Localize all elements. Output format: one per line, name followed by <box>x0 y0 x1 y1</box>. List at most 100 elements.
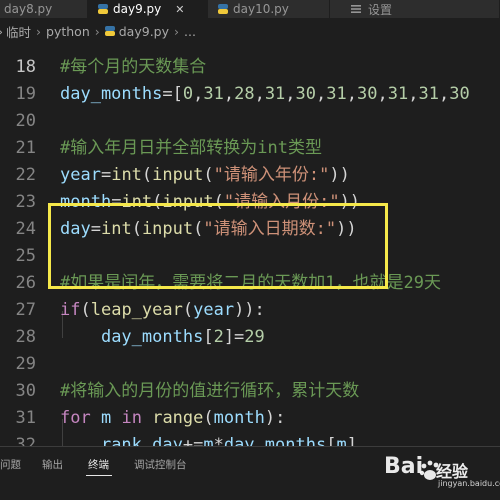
code-line[interactable]: 29 <box>0 351 500 378</box>
editor-tab-bar: day8.py day9.py ✕ day10.py 设置 <box>0 0 500 18</box>
code-token: =[ <box>162 84 183 104</box>
python-file-icon <box>98 4 108 14</box>
code-token: m <box>203 435 214 446</box>
code-token: "请输入月份:" <box>223 192 340 212</box>
code-token: ( <box>80 300 91 320</box>
tab-day10[interactable]: day10.py <box>208 0 330 18</box>
code-token: 31 <box>203 84 224 104</box>
code-token: 28 <box>234 84 255 104</box>
tab-label: day9.py <box>113 2 162 16</box>
terminal-area[interactable] <box>0 480 500 500</box>
python-file-icon <box>218 4 228 14</box>
code-line[interactable]: 32 rank_day+=m*day_months[m] <box>0 432 500 446</box>
code-token: ( <box>203 165 214 185</box>
tab-output[interactable]: 输出 <box>42 457 63 472</box>
code-line[interactable]: 23 month=int(input("请输入月份:")) <box>0 189 500 216</box>
line-number: 26 <box>15 273 36 293</box>
code-token: 2 <box>213 327 224 347</box>
code-line[interactable]: 20 <box>0 108 500 135</box>
code-editor[interactable]: 18 #每个月的天数集合 19 day_months=[0,31,28,31,30,3… <box>0 44 500 446</box>
tab-day9[interactable]: day9.py ✕ <box>88 0 208 18</box>
code-token: )) <box>336 219 357 239</box>
code-token: 30 <box>295 84 317 104</box>
code-token: * <box>213 435 224 446</box>
line-number: 18 <box>15 57 36 77</box>
tab-settings[interactable]: 设置 <box>330 0 500 18</box>
close-icon[interactable]: ✕ <box>175 3 184 16</box>
code-token: m <box>336 435 347 446</box>
code-token: , <box>408 84 419 104</box>
code-token: ( <box>203 408 214 428</box>
code-token: for <box>60 408 91 428</box>
code-token: #输入年月日并全部转换为int类型 <box>60 138 322 158</box>
code-token: "请输入年份:" <box>213 165 330 185</box>
breadcrumb-sep: › <box>0 24 3 39</box>
code-token: input <box>152 165 204 185</box>
code-line[interactable]: 19 day_months=[0,31,28,31,30,31,30,31,31,… <box>0 81 500 108</box>
code-token: , <box>193 84 204 104</box>
code-token: day_months <box>100 327 204 347</box>
code-line[interactable]: 25 <box>0 243 500 270</box>
tab-debug-console[interactable]: 调试控制台 <box>134 457 187 472</box>
code-line[interactable]: 22 year=int(input("请输入年份:")) <box>0 162 500 189</box>
code-token: ( <box>213 192 224 212</box>
code-token: int <box>111 165 142 185</box>
code-line[interactable]: 30 #将输入的月份的值进行循环，累计天数 <box>0 378 500 405</box>
code-text: month=int(input("请输入月份:")) <box>60 189 360 216</box>
code-token: 29 <box>244 327 265 347</box>
code-token: leap_year <box>90 300 183 320</box>
code-token: month <box>213 408 265 428</box>
code-token: day_months <box>60 84 163 104</box>
breadcrumb-item-more[interactable]: ... <box>184 24 196 39</box>
code-token: int <box>121 192 153 212</box>
code-line[interactable]: 18 #每个月的天数集合 <box>0 54 500 81</box>
baidu-logo-url: jingyan.baidu.com <box>438 479 500 488</box>
tab-label: 设置 <box>368 2 393 17</box>
code-token: ( <box>182 300 194 320</box>
code-token: ( <box>141 165 153 185</box>
code-token: )): <box>234 300 265 320</box>
code-text: for m in range(month): <box>60 405 285 432</box>
code-token: 30 <box>449 84 470 104</box>
code-token: month <box>60 192 112 212</box>
tab-problems[interactable]: 问题 <box>0 457 21 472</box>
line-number: 29 <box>15 354 36 374</box>
code-token: = <box>111 192 122 212</box>
line-number: 31 <box>15 408 36 428</box>
code-token: year <box>193 300 235 320</box>
code-token: ]= <box>223 327 245 347</box>
active-tab-indicator <box>86 475 112 476</box>
breadcrumb-item-python[interactable]: python <box>46 24 90 39</box>
code-text: #如果是闰年，需要将二月的天数加1，也就是29天 <box>60 270 441 297</box>
gear-icon <box>351 5 361 13</box>
tab-terminal[interactable]: 终端 <box>88 457 109 472</box>
line-number: 28 <box>15 327 36 347</box>
line-number: 22 <box>15 165 36 185</box>
code-token: , <box>316 84 327 104</box>
breadcrumb-sep: › <box>174 23 180 39</box>
code-token: ): <box>264 408 286 428</box>
code-token: input <box>162 192 214 212</box>
code-line[interactable]: 24 day=int(input("请输入日期数:")) <box>0 216 500 243</box>
code-token: [ <box>203 327 214 347</box>
line-number: 25 <box>15 246 36 266</box>
breadcrumb-sep: › <box>36 23 42 39</box>
tab-day8[interactable]: day8.py <box>0 0 88 18</box>
breadcrumb-item-folder[interactable]: 临时 <box>6 22 31 41</box>
code-token: "请输入日期数:" <box>203 219 337 239</box>
code-line[interactable]: 31 for m in range(month): <box>0 405 500 432</box>
code-text: rank_day+=m*day_months[m] <box>60 432 357 446</box>
code-token: 30 <box>357 84 378 104</box>
breadcrumb-item-file[interactable]: day9.py <box>119 24 169 39</box>
code-line[interactable]: 28 day_months[2]=29 <box>0 324 500 351</box>
code-token: ] <box>346 435 357 446</box>
code-token: 31 <box>387 84 409 104</box>
code-line[interactable]: 21 #输入年月日并全部转换为int类型 <box>0 135 500 162</box>
code-line[interactable]: 26 #如果是闰年，需要将二月的天数加1，也就是29天 <box>0 270 500 297</box>
code-line[interactable]: 27 if(leap_year(year)): <box>0 297 500 324</box>
code-token: 31 <box>326 84 347 104</box>
code-token: , <box>438 84 450 104</box>
code-text: day_months=[0,31,28,31,30,31,30,31,31,30 <box>60 81 470 108</box>
